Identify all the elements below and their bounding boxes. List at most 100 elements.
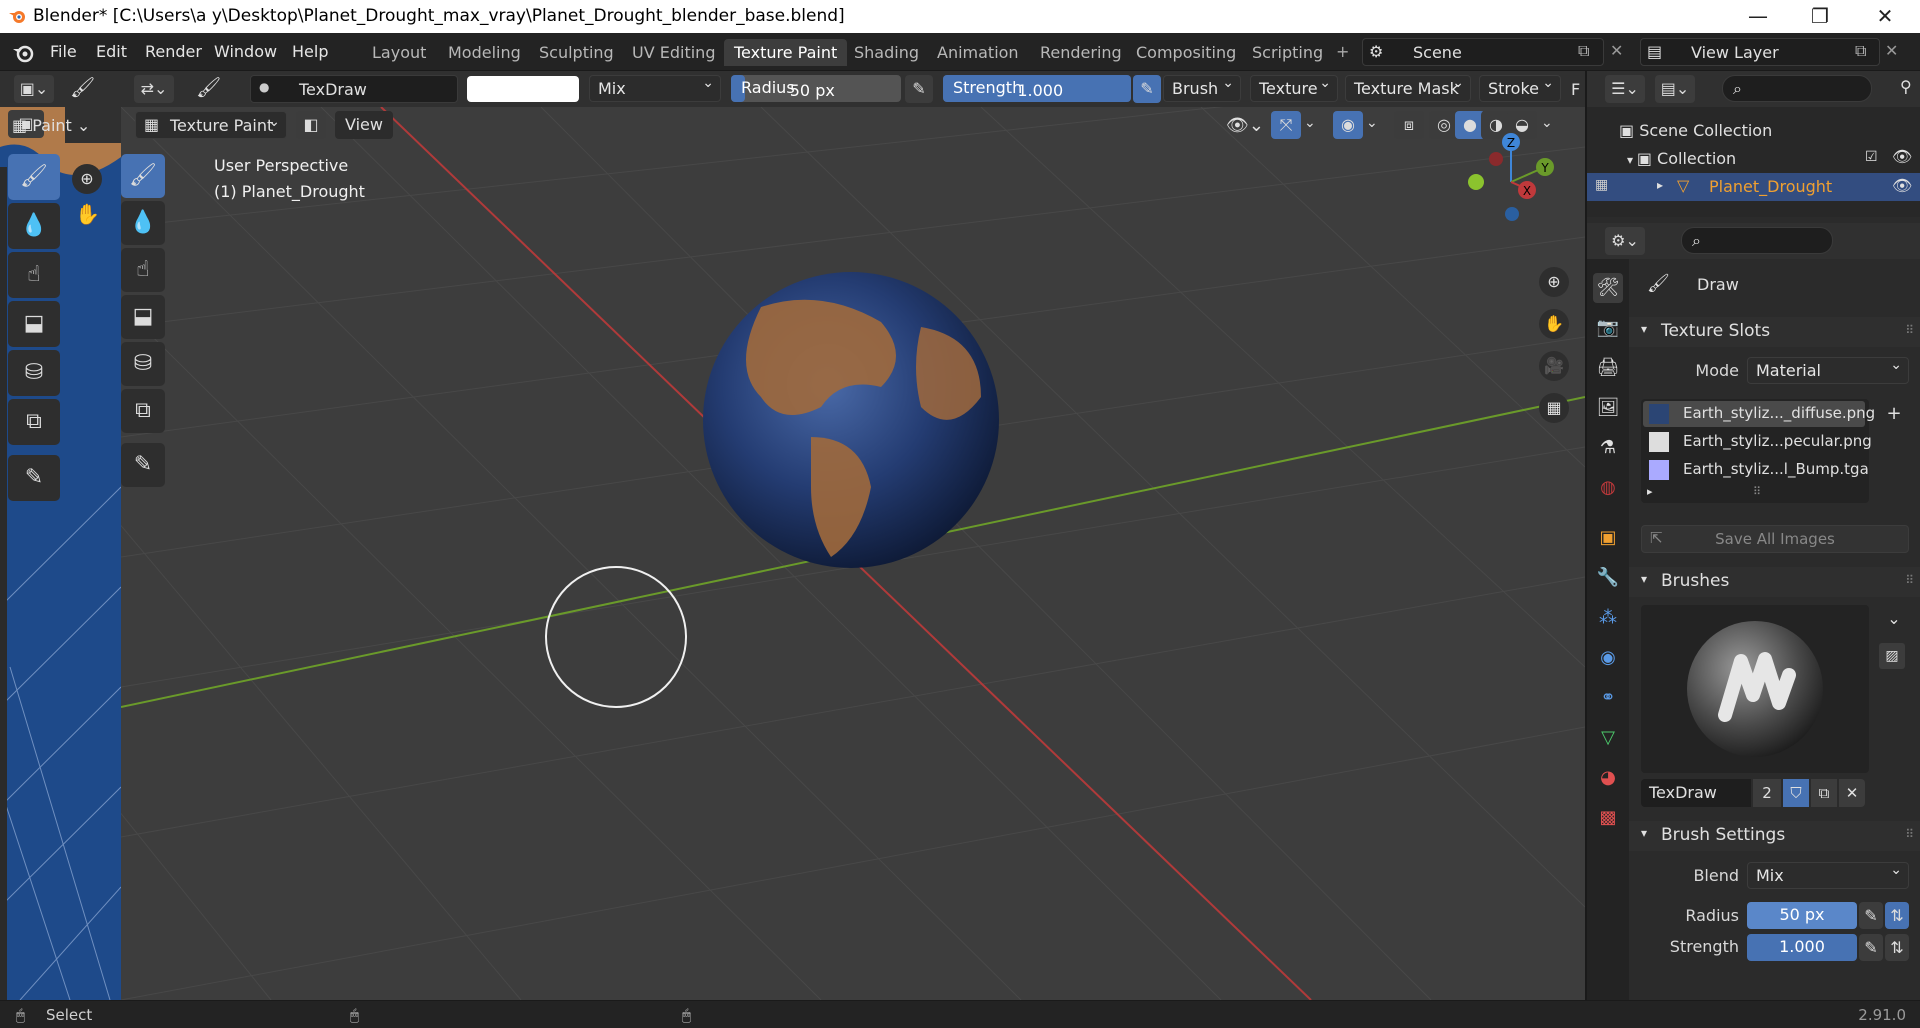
tab-texture-paint[interactable]: Texture Paint: [724, 39, 848, 66]
add-slot-button[interactable]: +: [1879, 403, 1909, 429]
image-mask-tool-icon[interactable]: ⧉: [8, 399, 60, 445]
pan-view-icon[interactable]: ✋: [1539, 309, 1569, 339]
paint-mode-icon[interactable]: ⇄⌄: [134, 75, 174, 103]
scene-selector[interactable]: ⚙ Scene: [1362, 38, 1604, 66]
remove-scene-icon[interactable]: ✕: [1610, 41, 1623, 60]
active-brush-icon[interactable]: 🖌: [196, 75, 221, 99]
editor-type-icon[interactable]: ▣⌄: [14, 75, 54, 103]
tab-scripting[interactable]: Scripting: [1242, 39, 1333, 66]
brush-users-count[interactable]: 2: [1753, 779, 1781, 807]
data-tab-icon[interactable]: ▽: [1593, 723, 1623, 753]
outliner-editor-icon[interactable]: ☰⌄: [1605, 75, 1645, 103]
3d-viewport[interactable]: ▦ Texture Paint ⌄ ◧ View 👁⌄ ⤧ ⌄ ◉ ⌄ ⧈ ◎ …: [121, 107, 1585, 1000]
image-zoom-icon[interactable]: ⊕: [72, 164, 102, 194]
outliner-search-input[interactable]: ⌕: [1722, 75, 1872, 102]
image-annotate-tool-icon[interactable]: ✎: [8, 455, 60, 501]
render-tab-icon[interactable]: 📷: [1593, 313, 1623, 343]
collection-eye-icon[interactable]: 👁: [1892, 147, 1912, 166]
brushes-panel-header[interactable]: ▾ Brushes ⠿: [1629, 567, 1920, 597]
ortho-toggle-icon[interactable]: ▦: [1539, 393, 1569, 423]
properties-editor-icon[interactable]: ⚙⌄: [1605, 227, 1645, 255]
slots-toggle-icon[interactable]: ◧: [296, 111, 326, 139]
image-draw-tool-icon[interactable]: 🖌: [8, 154, 60, 200]
brushes-drag-handle-icon[interactable]: ⠿: [1905, 573, 1914, 587]
tool-tab-icon[interactable]: 🛠: [1593, 273, 1623, 303]
minimize-button[interactable]: —: [1728, 2, 1788, 30]
view-layer-selector[interactable]: ▤ View Layer: [1640, 38, 1880, 66]
falloff-menu[interactable]: F: [1571, 80, 1580, 99]
blend-mode-dropdown[interactable]: Mix: [589, 75, 721, 102]
duplicate-brush-icon[interactable]: ⧉: [1811, 779, 1837, 807]
output-tab-icon[interactable]: 🖨: [1593, 353, 1623, 383]
new-view-layer-icon[interactable]: ⧉: [1855, 41, 1866, 61]
object-eye-icon[interactable]: 👁: [1892, 176, 1912, 195]
tab-uv-editing[interactable]: UV Editing: [622, 39, 725, 66]
xray-toggle-icon[interactable]: ⧈: [1394, 111, 1424, 139]
strength-extra-toggle-icon[interactable]: ⇅: [1885, 934, 1909, 961]
radius-pressure-toggle-icon[interactable]: ✎: [1859, 902, 1883, 929]
tab-layout[interactable]: Layout: [362, 39, 436, 66]
image-paint-mode[interactable]: ▦ Paint ⌄: [12, 116, 90, 135]
brush-settings-drag-handle-icon[interactable]: ⠿: [1905, 827, 1914, 841]
expand-icon[interactable]: ▾: [1627, 153, 1637, 167]
material-tab-icon[interactable]: ◕: [1593, 763, 1623, 793]
image-pan-icon[interactable]: ✋: [75, 202, 100, 226]
brush-preview[interactable]: [1641, 605, 1869, 773]
expand-object-icon[interactable]: ▸: [1657, 178, 1663, 192]
texture-slots-panel-header[interactable]: ▾ Texture Slots ⠿: [1629, 317, 1920, 347]
soften-tool-icon[interactable]: 💧: [121, 201, 165, 245]
tab-modeling[interactable]: Modeling: [438, 39, 531, 66]
brush-color-swatch[interactable]: [467, 76, 579, 102]
fill-tool-icon[interactable]: ⛁: [121, 342, 165, 386]
image-fill-tool-icon[interactable]: ⛁: [8, 350, 60, 396]
texture-slot-bump[interactable]: Earth_styliz...l_Bump.tga: [1643, 457, 1869, 483]
menu-edit[interactable]: Edit: [96, 42, 127, 61]
brush-datablock-name[interactable]: TexDraw: [1641, 779, 1751, 807]
menu-render[interactable]: Render: [145, 42, 202, 61]
radius-pressure-icon[interactable]: ✎: [905, 75, 933, 103]
blender-menu-icon[interactable]: [12, 42, 34, 64]
viewport-mode-dropdown[interactable]: ▦ Texture Paint ⌄: [135, 111, 287, 139]
save-all-images-button[interactable]: ⇱ Save All Images: [1641, 525, 1909, 553]
zoom-view-icon[interactable]: ⊕: [1539, 267, 1569, 297]
texture-menu[interactable]: Texture: [1250, 75, 1338, 102]
physics-tab-icon[interactable]: ◉: [1593, 643, 1623, 673]
texture-slot-specular[interactable]: Earth_styliz...pecular.png: [1643, 429, 1872, 455]
menu-window[interactable]: Window: [214, 42, 277, 61]
strength-pressure-toggle-icon[interactable]: ✎: [1859, 934, 1883, 961]
gizmo-toggle-icon[interactable]: ⤧: [1271, 111, 1301, 139]
smear-tool-icon[interactable]: ☝: [121, 248, 165, 292]
scene-tab-icon[interactable]: ⚗: [1593, 433, 1623, 463]
filter-icon[interactable]: ⚲: [1900, 77, 1912, 96]
world-tab-icon[interactable]: ◍: [1593, 473, 1623, 503]
overlays-dropdown-icon[interactable]: ⌄: [1366, 115, 1378, 131]
planet-object-row[interactable]: ▦ ▸ ▽ Planet_Drought 👁: [1587, 173, 1920, 201]
view-layer-tab-icon[interactable]: 🖼: [1593, 393, 1623, 423]
clone-tool-icon[interactable]: ⬓: [121, 295, 165, 339]
menu-help[interactable]: Help: [292, 42, 328, 61]
brush-name-field[interactable]: ● TexDraw: [250, 75, 458, 103]
strength-slider[interactable]: Strength 1.000: [943, 75, 1131, 102]
stroke-menu[interactable]: Stroke: [1479, 75, 1561, 102]
navigation-gizmo[interactable]: Z Y X: [1456, 132, 1556, 232]
modifier-tab-icon[interactable]: 🔧: [1593, 563, 1623, 593]
collection-row[interactable]: ▾ ▣ Collection: [1627, 149, 1736, 168]
particles-tab-icon[interactable]: ⁂: [1593, 603, 1623, 633]
tab-animation[interactable]: Animation: [927, 39, 1029, 66]
close-button[interactable]: ✕: [1855, 2, 1915, 30]
overlays-toggle-icon[interactable]: ◉: [1333, 111, 1363, 139]
texture-mask-menu[interactable]: Texture Mask: [1345, 75, 1471, 102]
constraints-tab-icon[interactable]: ⚭: [1593, 683, 1623, 713]
add-workspace-button[interactable]: +: [1336, 42, 1349, 61]
list-expand-icon[interactable]: ▸: [1647, 485, 1653, 498]
brush-tool-icon[interactable]: 🖌: [70, 75, 95, 99]
strength-pressure-icon[interactable]: ✎: [1133, 75, 1161, 103]
maximize-button[interactable]: ❐: [1790, 2, 1850, 30]
draw-tool-icon[interactable]: 🖌: [121, 154, 165, 198]
new-scene-icon[interactable]: ⧉: [1578, 41, 1589, 61]
radius-slider[interactable]: Radius 50 px: [731, 75, 901, 102]
brush-menu[interactable]: Brush: [1163, 75, 1241, 102]
blend-dropdown[interactable]: Mix: [1747, 862, 1909, 889]
tab-shading[interactable]: Shading: [844, 39, 929, 66]
brush-strength-slider[interactable]: 1.000: [1747, 934, 1857, 961]
